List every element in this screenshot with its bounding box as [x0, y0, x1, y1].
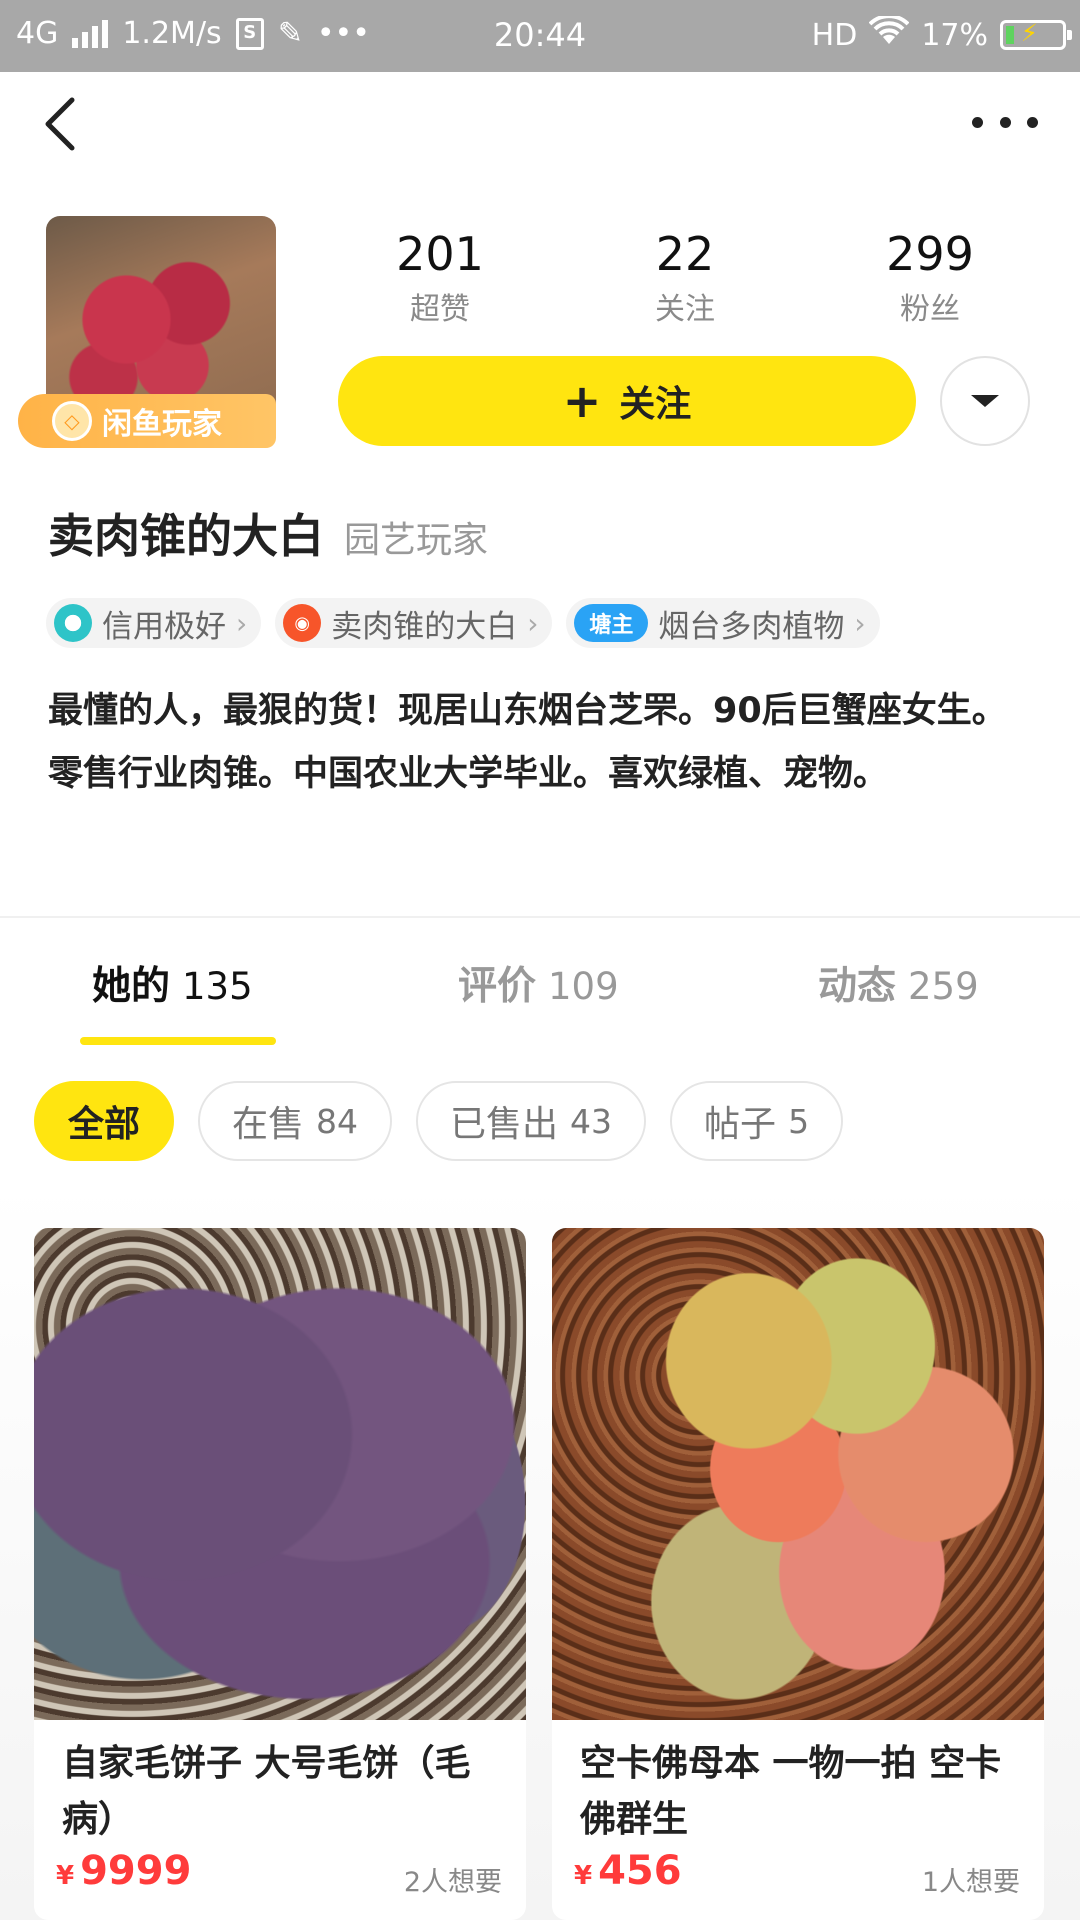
- tag-credit[interactable]: 信用极好 ›: [46, 598, 262, 648]
- stat-label: 超赞: [410, 292, 470, 327]
- chip-count: 43: [570, 1101, 613, 1141]
- chip-label: 在售: [232, 1104, 305, 1145]
- hd-indicator: HD: [811, 17, 858, 53]
- stat-label: 粉丝: [900, 292, 960, 327]
- stat-value: 22: [655, 227, 715, 281]
- tag-weibo[interactable]: ◉ 卖肉锥的大白 ›: [275, 598, 553, 648]
- stat-label: 关注: [655, 292, 715, 327]
- stat-likes[interactable]: 201 超赞: [340, 226, 540, 328]
- stat-followers[interactable]: 299 粉丝: [830, 226, 1030, 328]
- username: 卖肉锥的大白: [48, 509, 324, 563]
- profile-tabs: 她的 135 评价 109 动态 259: [0, 955, 1080, 1025]
- want-count: 1人想要: [921, 1867, 1020, 1898]
- chevron-right-icon: ›: [854, 606, 866, 640]
- product-title: 自家毛饼子 大号毛饼（毛病）: [62, 1743, 471, 1840]
- diamond-icon: ◇: [52, 401, 92, 441]
- tab-label: 动态: [818, 964, 897, 1009]
- product-price: ¥456: [574, 1848, 682, 1894]
- tag-label: 烟台多肉植物: [658, 608, 845, 645]
- more-options-button[interactable]: [972, 110, 1038, 134]
- currency-symbol: ¥: [56, 1861, 75, 1891]
- product-card[interactable]: 空卡佛母本 一物一拍 空卡佛群生 ¥456 1人想要: [552, 1228, 1044, 1920]
- stat-value: 299: [886, 227, 974, 281]
- product-image[interactable]: [552, 1228, 1044, 1720]
- wifi-icon: [868, 14, 910, 54]
- tab-count: 109: [548, 965, 619, 1008]
- filter-on-sale[interactable]: 在售 84: [198, 1081, 393, 1161]
- back-button[interactable]: [38, 92, 88, 156]
- filter-chips: 全部 在售 84 已售出 43 帖子 5: [34, 1081, 844, 1161]
- chevron-left-icon: [45, 97, 75, 151]
- filter-sold[interactable]: 已售出 43: [416, 1081, 647, 1161]
- filter-posts[interactable]: 帖子 5: [670, 1081, 844, 1161]
- caret-down-icon: [971, 395, 999, 407]
- chip-count: 84: [316, 1101, 359, 1141]
- follow-label: 关注: [619, 384, 692, 425]
- profile-tags: 信用极好 › ◉ 卖肉锥的大白 › 塘主 烟台多肉植物 ›: [46, 598, 880, 648]
- tag-label: 卖肉锥的大白: [331, 608, 518, 645]
- product-image[interactable]: [34, 1228, 526, 1720]
- tab-hers[interactable]: 她的 135: [92, 955, 253, 1011]
- tab-reviews[interactable]: 评价 109: [458, 955, 619, 1011]
- stat-following[interactable]: 22 关注: [585, 226, 785, 328]
- pond-owner-badge: 塘主: [574, 604, 649, 642]
- plus-icon: +: [562, 374, 602, 428]
- chip-count: 5: [788, 1101, 810, 1141]
- divider: [0, 916, 1080, 918]
- tag-label: 信用极好: [102, 608, 226, 645]
- profile-stats: 201 超赞 22 关注 299 粉丝: [340, 226, 1030, 328]
- xianyu-player-badge: ◇ 闲鱼玩家: [18, 394, 276, 448]
- chevron-right-icon: ›: [236, 606, 248, 640]
- follow-button[interactable]: + 关注: [338, 356, 916, 446]
- chip-label: 已售出: [450, 1104, 559, 1145]
- name-row: 卖肉锥的大白 园艺玩家: [48, 500, 488, 566]
- tab-count: 135: [182, 965, 253, 1008]
- price-value: 9999: [80, 1848, 192, 1894]
- tab-label: 她的: [92, 964, 171, 1009]
- credit-icon: [54, 604, 92, 642]
- product-title: 空卡佛母本 一物一拍 空卡佛群生: [580, 1743, 1002, 1840]
- price-value: 456: [598, 1848, 682, 1894]
- follow-options-button[interactable]: [940, 356, 1030, 446]
- battery-percent: 17%: [921, 17, 988, 53]
- status-bar: 4G 1.2M/s S ✎ ••• 20:44 HD 17% ⚡: [0, 0, 1080, 72]
- battery-icon: ⚡: [1000, 19, 1072, 50]
- weibo-icon: ◉: [283, 604, 322, 642]
- bio: 最懂的人，最狠的货！现居山东烟台芝罘。90后巨蟹座女生。零售行业肉锥。中国农业大…: [48, 691, 1007, 794]
- stat-value: 201: [396, 227, 484, 281]
- product-price: ¥9999: [56, 1848, 191, 1894]
- tag-pond[interactable]: 塘主 烟台多肉植物 ›: [566, 598, 880, 648]
- want-count: 2人想要: [403, 1867, 502, 1898]
- product-card[interactable]: 自家毛饼子 大号毛饼（毛病） ¥9999 2人想要: [34, 1228, 526, 1920]
- tab-moments[interactable]: 动态 259: [818, 955, 979, 1011]
- badge-label: 闲鱼玩家: [102, 407, 222, 442]
- user-type: 园艺玩家: [344, 520, 489, 561]
- chevron-right-icon: ›: [527, 606, 539, 640]
- currency-symbol: ¥: [574, 1861, 593, 1891]
- tab-count: 259: [908, 965, 979, 1008]
- tab-label: 评价: [458, 964, 537, 1009]
- chip-label: 帖子: [704, 1104, 777, 1145]
- active-tab-indicator: [80, 1037, 276, 1045]
- filter-all[interactable]: 全部: [34, 1081, 175, 1161]
- chip-label: 全部: [68, 1104, 141, 1145]
